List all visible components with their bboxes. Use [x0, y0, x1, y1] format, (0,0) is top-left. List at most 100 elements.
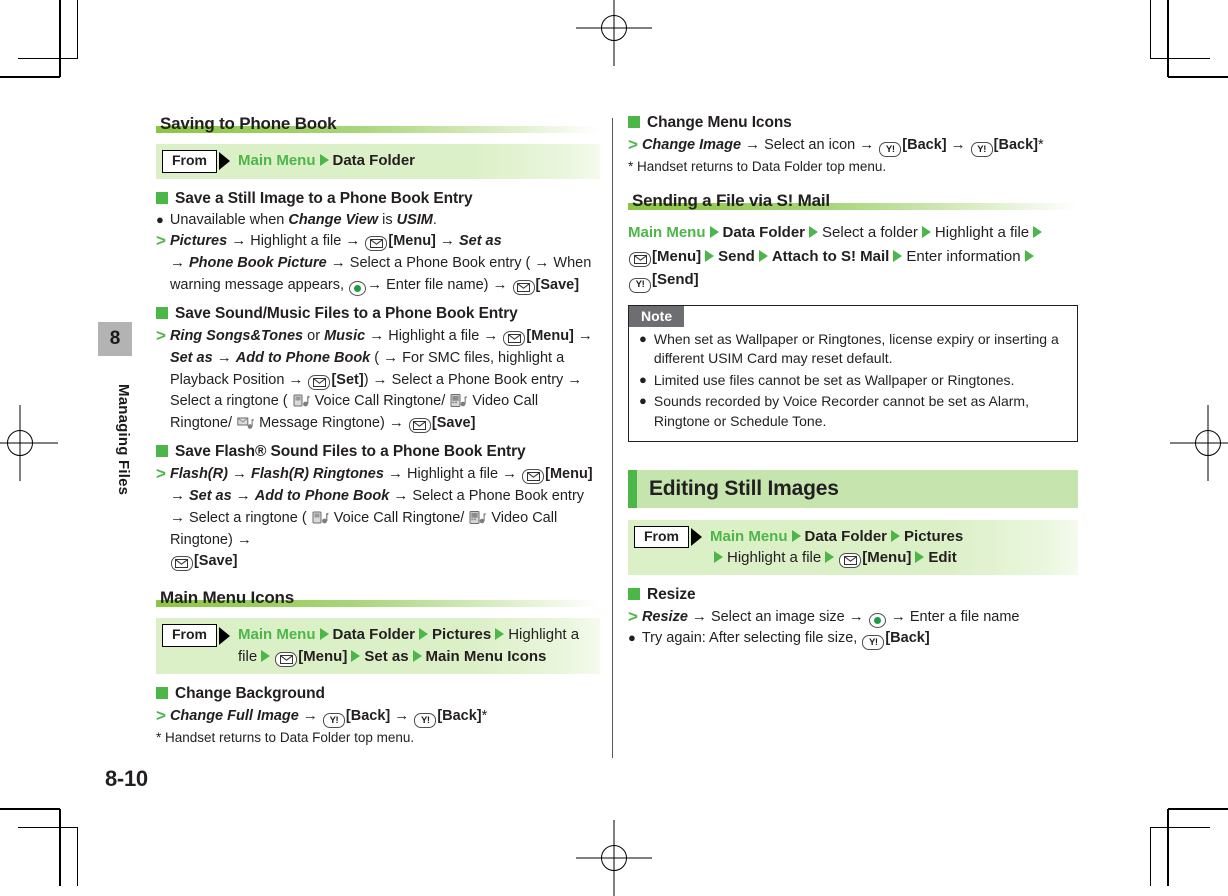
green-triangle-icon [419, 628, 429, 641]
envelope-key-icon[interactable] [275, 652, 298, 668]
from-label: From [162, 624, 217, 647]
step-text: Change Image → Select an icon → Y! [Back]… [642, 134, 1078, 158]
envelope-key-icon[interactable] [503, 331, 526, 347]
crop-mark [1150, 58, 1210, 60]
center-select-key-icon[interactable] [349, 281, 367, 297]
note-text: Unavailable when Change View is USIM. [169, 211, 437, 228]
section-heading-main-menu-icons: Main Menu Icons [156, 588, 600, 608]
crop-mark [0, 76, 60, 78]
nav-path-main-menu-icons: From Main Menu Data Folder Pictures Highlig… [156, 618, 600, 674]
chapter-heading-label: Editing Still Images [649, 476, 839, 500]
registration-mark-top [576, 0, 652, 66]
nav-step-attach-to-smail: Attach to S! Mail [771, 247, 890, 265]
crop-mark [1149, 827, 1151, 886]
nav-step-data-folder: Data Folder [722, 224, 806, 242]
crop-mark [77, 827, 79, 886]
nav-path-sending-file-smail: Main Menu Data Folder Select a folder Highl… [628, 221, 1078, 293]
note-unavailable-change-view: ● Unavailable when Change View is USIM. [156, 210, 600, 231]
nav-step-set-as: Set as [364, 648, 409, 666]
yahoo-key-icon[interactable]: Y! [970, 142, 993, 158]
green-triangle-icon [412, 650, 422, 663]
envelope-key-icon[interactable] [365, 236, 388, 252]
green-triangle-icon [1033, 226, 1043, 239]
section-heading-sending-file-smail: Sending a File via S! Mail [628, 191, 1078, 211]
crop-mark [1167, 0, 1169, 77]
from-chip: From [634, 525, 702, 549]
crop-mark [1167, 809, 1169, 886]
envelope-key-icon[interactable] [522, 469, 545, 485]
section-heading-label: Saving to Phone Book [160, 114, 337, 133]
green-triangle-icon [709, 226, 719, 239]
step-arrow-icon: > [156, 326, 166, 346]
green-triangle-icon [319, 154, 329, 166]
steps-resize: > Resize → Select an image size → → Ente… [628, 606, 1078, 629]
crop-mark [0, 808, 60, 810]
nav-step-data-folder: Data Folder [332, 626, 416, 644]
subsection-change-menu-icons: Change Menu Icons [628, 114, 1078, 132]
green-triangle-icon [809, 226, 819, 239]
registration-mark-left [0, 405, 58, 481]
note-list-item: ● Limited use files cannot be set as Wal… [629, 370, 1077, 392]
footnote-change-menu-icons: * Handset returns to Data Folder top men… [628, 159, 887, 175]
subsection-save-still-image: Save a Still Image to a Phone Book Entry [156, 190, 600, 208]
note-list-item: ● Sounds recorded by Voice Recorder cann… [629, 391, 1077, 432]
step-text: Ring Songs&Tones or Music → Highlight a … [169, 327, 593, 434]
yahoo-key-icon[interactable]: Y! [414, 713, 437, 729]
video-call-ringtone-icon [469, 510, 486, 525]
subsection-label: Resize [647, 586, 696, 604]
yahoo-key-icon[interactable]: Y! [862, 635, 885, 651]
nav-step-main-menu: Main Menu [628, 224, 706, 242]
steps-change-background: > Change Full Image → Y! [Back] → Y! [Back… [156, 705, 600, 729]
from-arrow-icon [219, 626, 230, 645]
from-chip: From [162, 624, 230, 647]
from-label: From [634, 525, 689, 549]
subsection-label: Save Flash® Sound Files to a Phone Book … [175, 443, 526, 461]
subsection-label: Save Sound/Music Files to a Phone Book E… [175, 305, 518, 323]
envelope-key-icon[interactable] [170, 556, 193, 572]
green-triangle-icon [714, 551, 723, 564]
note-title: Note [629, 305, 685, 327]
section-heading-saving-to-phone-book: Saving to Phone Book [156, 114, 600, 134]
steps-save-sound-music-files: > Ring Songs&Tones or Music → Highlight … [156, 325, 600, 434]
green-square-bullet-icon [156, 445, 168, 458]
step-arrow-icon: > [156, 705, 166, 725]
step-arrow-icon: > [156, 464, 166, 484]
green-square-bullet-icon [156, 191, 168, 204]
section-heading-label: Sending a File via S! Mail [632, 191, 830, 211]
crop-mark [1150, 826, 1210, 828]
footnote-change-background: * Handset returns to Data Folder top men… [156, 730, 415, 746]
yahoo-key-icon[interactable]: Y! [879, 142, 902, 158]
yahoo-key-icon[interactable]: Y! [322, 713, 345, 729]
voice-call-ringtone-icon [293, 393, 310, 408]
step-arrow-icon: > [628, 135, 638, 154]
envelope-key-icon[interactable] [308, 375, 331, 391]
green-triangle-icon [921, 226, 931, 239]
green-triangle-icon [893, 249, 903, 262]
center-select-key-icon[interactable] [868, 613, 886, 629]
green-triangle-icon [891, 529, 901, 542]
nav-step-highlight-a-file: Highlight a file [934, 224, 1030, 242]
green-triangle-icon [351, 650, 361, 663]
subsection-label: Change Background [175, 684, 325, 702]
note-item-text: Limited use files cannot be set as Wallp… [653, 371, 1015, 388]
nav-path-steps: Main Menu Data Folder Pictures Highlight a … [238, 623, 594, 668]
subsection-save-sound-music-files: Save Sound/Music Files to a Phone Book E… [156, 305, 600, 323]
subsection-label: Change Menu Icons [647, 114, 792, 131]
green-triangle-icon [791, 529, 801, 542]
round-bullet-icon: ● [156, 211, 164, 227]
envelope-key-icon[interactable] [839, 553, 862, 569]
crop-mark [18, 58, 78, 60]
green-triangle-icon [825, 551, 835, 564]
green-triangle-icon [1024, 249, 1034, 262]
envelope-key-icon[interactable] [629, 251, 651, 267]
envelope-key-icon[interactable] [408, 418, 431, 434]
crop-mark [77, 0, 79, 59]
nav-path-saving-to-phone-book: From Main Menu Data Folder [156, 144, 600, 179]
yahoo-key-icon[interactable]: Y! [629, 277, 651, 293]
from-label: From [162, 150, 217, 173]
crop-mark [1168, 76, 1228, 78]
round-bullet-icon: ● [639, 330, 647, 346]
green-square-bullet-icon [156, 307, 168, 320]
envelope-key-icon[interactable] [512, 280, 535, 296]
green-triangle-icon [915, 551, 925, 564]
